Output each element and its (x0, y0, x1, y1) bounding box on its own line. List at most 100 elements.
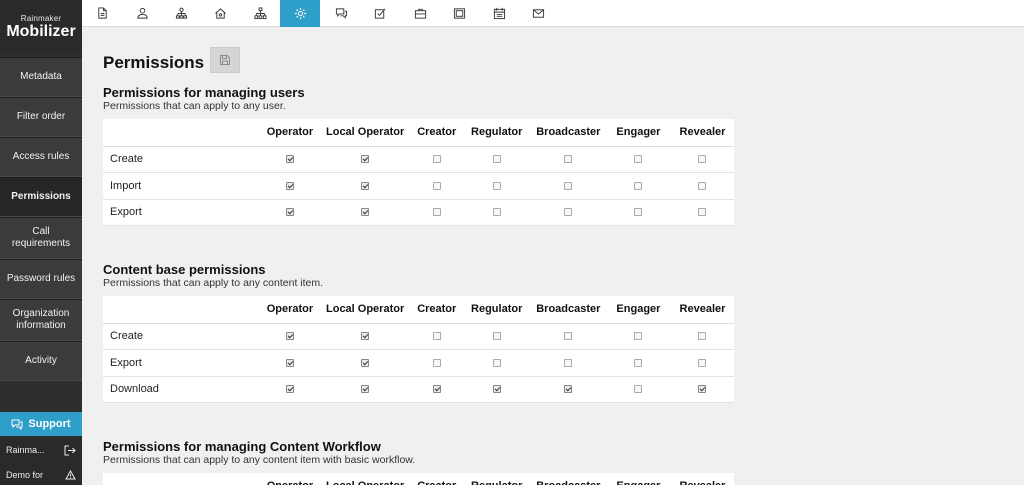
permission-checkbox[interactable] (492, 385, 501, 394)
permission-checkbox[interactable] (361, 332, 370, 341)
column-header: Regulator (462, 296, 531, 324)
permission-checkbox[interactable] (285, 155, 294, 164)
sidebar-item-call-requirements[interactable]: Call requirements (0, 217, 82, 259)
column-header: Revealer (670, 119, 734, 147)
permission-checkbox[interactable] (432, 385, 441, 394)
permission-checkbox[interactable] (432, 358, 441, 367)
permission-cell (605, 172, 671, 200)
permission-checkbox[interactable] (285, 181, 294, 190)
table-row: Download (103, 376, 734, 403)
permission-checkbox[interactable] (361, 181, 370, 190)
permission-checkbox[interactable] (564, 155, 573, 164)
table-row: Export (103, 349, 734, 377)
permissions-table: OperatorLocal OperatorCreatorRegulatorBr… (103, 296, 734, 403)
table-header-row: OperatorLocal OperatorCreatorRegulatorBr… (103, 296, 734, 324)
permission-checkbox[interactable] (285, 385, 294, 394)
permission-checkbox[interactable] (361, 155, 370, 164)
support-label: Support (28, 418, 71, 430)
column-header: Creator (410, 296, 463, 324)
table-header-row: OperatorLocal OperatorCreatorRegulatorBr… (103, 119, 734, 147)
briefcase-icon (414, 8, 426, 19)
toolbar-tab-chat[interactable] (321, 0, 361, 27)
permission-checkbox[interactable] (634, 155, 643, 164)
permission-cell (260, 199, 320, 226)
save-button[interactable] (210, 47, 240, 73)
permission-checkbox[interactable] (492, 181, 501, 190)
toolbar-tab-org-chart[interactable] (161, 0, 201, 27)
sidebar-item-metadata[interactable]: Metadata (0, 57, 82, 97)
permission-checkbox[interactable] (492, 332, 501, 341)
permission-checkbox[interactable] (634, 358, 643, 367)
permission-checkbox[interactable] (698, 358, 707, 367)
permission-checkbox[interactable] (634, 181, 643, 190)
demo-account-row[interactable]: Demo for (0, 463, 82, 485)
support-button[interactable]: Support (0, 412, 82, 436)
logout-icon[interactable] (64, 445, 76, 456)
permission-section: Permissions for managing Content Workflo… (103, 439, 743, 485)
permission-label: Export (103, 199, 261, 226)
permission-checkbox[interactable] (634, 332, 643, 341)
permission-cell (605, 376, 671, 403)
permission-cell (530, 376, 606, 403)
permission-checkbox[interactable] (492, 358, 501, 367)
logo-small-text: Rainmaker (20, 14, 62, 23)
permission-cell (462, 349, 531, 377)
permission-checkbox[interactable] (564, 332, 573, 341)
permission-checkbox[interactable] (432, 208, 441, 217)
column-header: Operator (260, 119, 320, 147)
user-account-row[interactable]: Rainma... (0, 438, 82, 462)
org-chart-icon (175, 7, 187, 19)
permission-checkbox[interactable] (634, 208, 643, 217)
permission-checkbox[interactable] (432, 181, 441, 190)
column-header: Local Operator (319, 473, 411, 485)
permission-cell (462, 376, 531, 403)
toolbar-tab-calendar[interactable] (479, 0, 519, 27)
permission-checkbox[interactable] (698, 385, 707, 394)
permission-checkbox[interactable] (698, 181, 707, 190)
permission-checkbox[interactable] (361, 385, 370, 394)
sidebar-item-password-rules[interactable]: Password rules (0, 259, 82, 299)
permission-checkbox[interactable] (698, 332, 707, 341)
permission-section: Permissions for managing users Permission… (103, 85, 743, 226)
sidebar-item-filter-order[interactable]: Filter order (0, 97, 82, 137)
permission-checkbox[interactable] (361, 208, 370, 217)
toolbar-tab-gear[interactable] (280, 0, 320, 27)
section-description: Permissions that can apply to any user. (103, 100, 286, 112)
column-header: Engager (605, 119, 671, 147)
permission-cell (260, 146, 320, 173)
toolbar-tab-user[interactable] (122, 0, 162, 27)
permission-cell (530, 199, 606, 226)
permission-cell (462, 199, 531, 226)
permission-checkbox[interactable] (634, 385, 643, 394)
toolbar-tab-briefcase[interactable] (400, 0, 440, 27)
sidebar-item-permissions[interactable]: Permissions (0, 177, 82, 217)
permission-checkbox[interactable] (492, 155, 501, 164)
permission-checkbox[interactable] (285, 332, 294, 341)
permission-checkbox[interactable] (361, 358, 370, 367)
toolbar-tab-document[interactable] (82, 0, 122, 27)
warning-icon (65, 470, 76, 480)
permission-checkbox[interactable] (564, 385, 573, 394)
toolbar-tab-house[interactable] (200, 0, 240, 27)
permission-checkbox[interactable] (698, 155, 707, 164)
permission-checkbox[interactable] (285, 358, 294, 367)
permission-checkbox[interactable] (564, 181, 573, 190)
toolbar-tab-checkbox[interactable] (360, 0, 400, 27)
permission-cell (319, 376, 411, 403)
permission-checkbox[interactable] (432, 332, 441, 341)
permission-checkbox[interactable] (564, 208, 573, 217)
permission-checkbox[interactable] (432, 155, 441, 164)
sidebar-item-organization-information[interactable]: Organization information (0, 299, 82, 341)
permission-checkbox[interactable] (492, 208, 501, 217)
permission-checkbox[interactable] (698, 208, 707, 217)
sidebar-item-activity[interactable]: Activity (0, 341, 82, 381)
toolbar-tab-envelope[interactable] (518, 0, 558, 27)
permission-cell (462, 172, 531, 200)
permission-checkbox[interactable] (564, 358, 573, 367)
sidebar-item-access-rules[interactable]: Access rules (0, 137, 82, 177)
toolbar-tab-film[interactable] (439, 0, 479, 27)
permission-cell (530, 172, 606, 200)
permission-checkbox[interactable] (285, 208, 294, 217)
section-title: Permissions for managing Content Workflo… (103, 439, 381, 454)
toolbar-tab-hierarchy[interactable] (240, 0, 280, 27)
